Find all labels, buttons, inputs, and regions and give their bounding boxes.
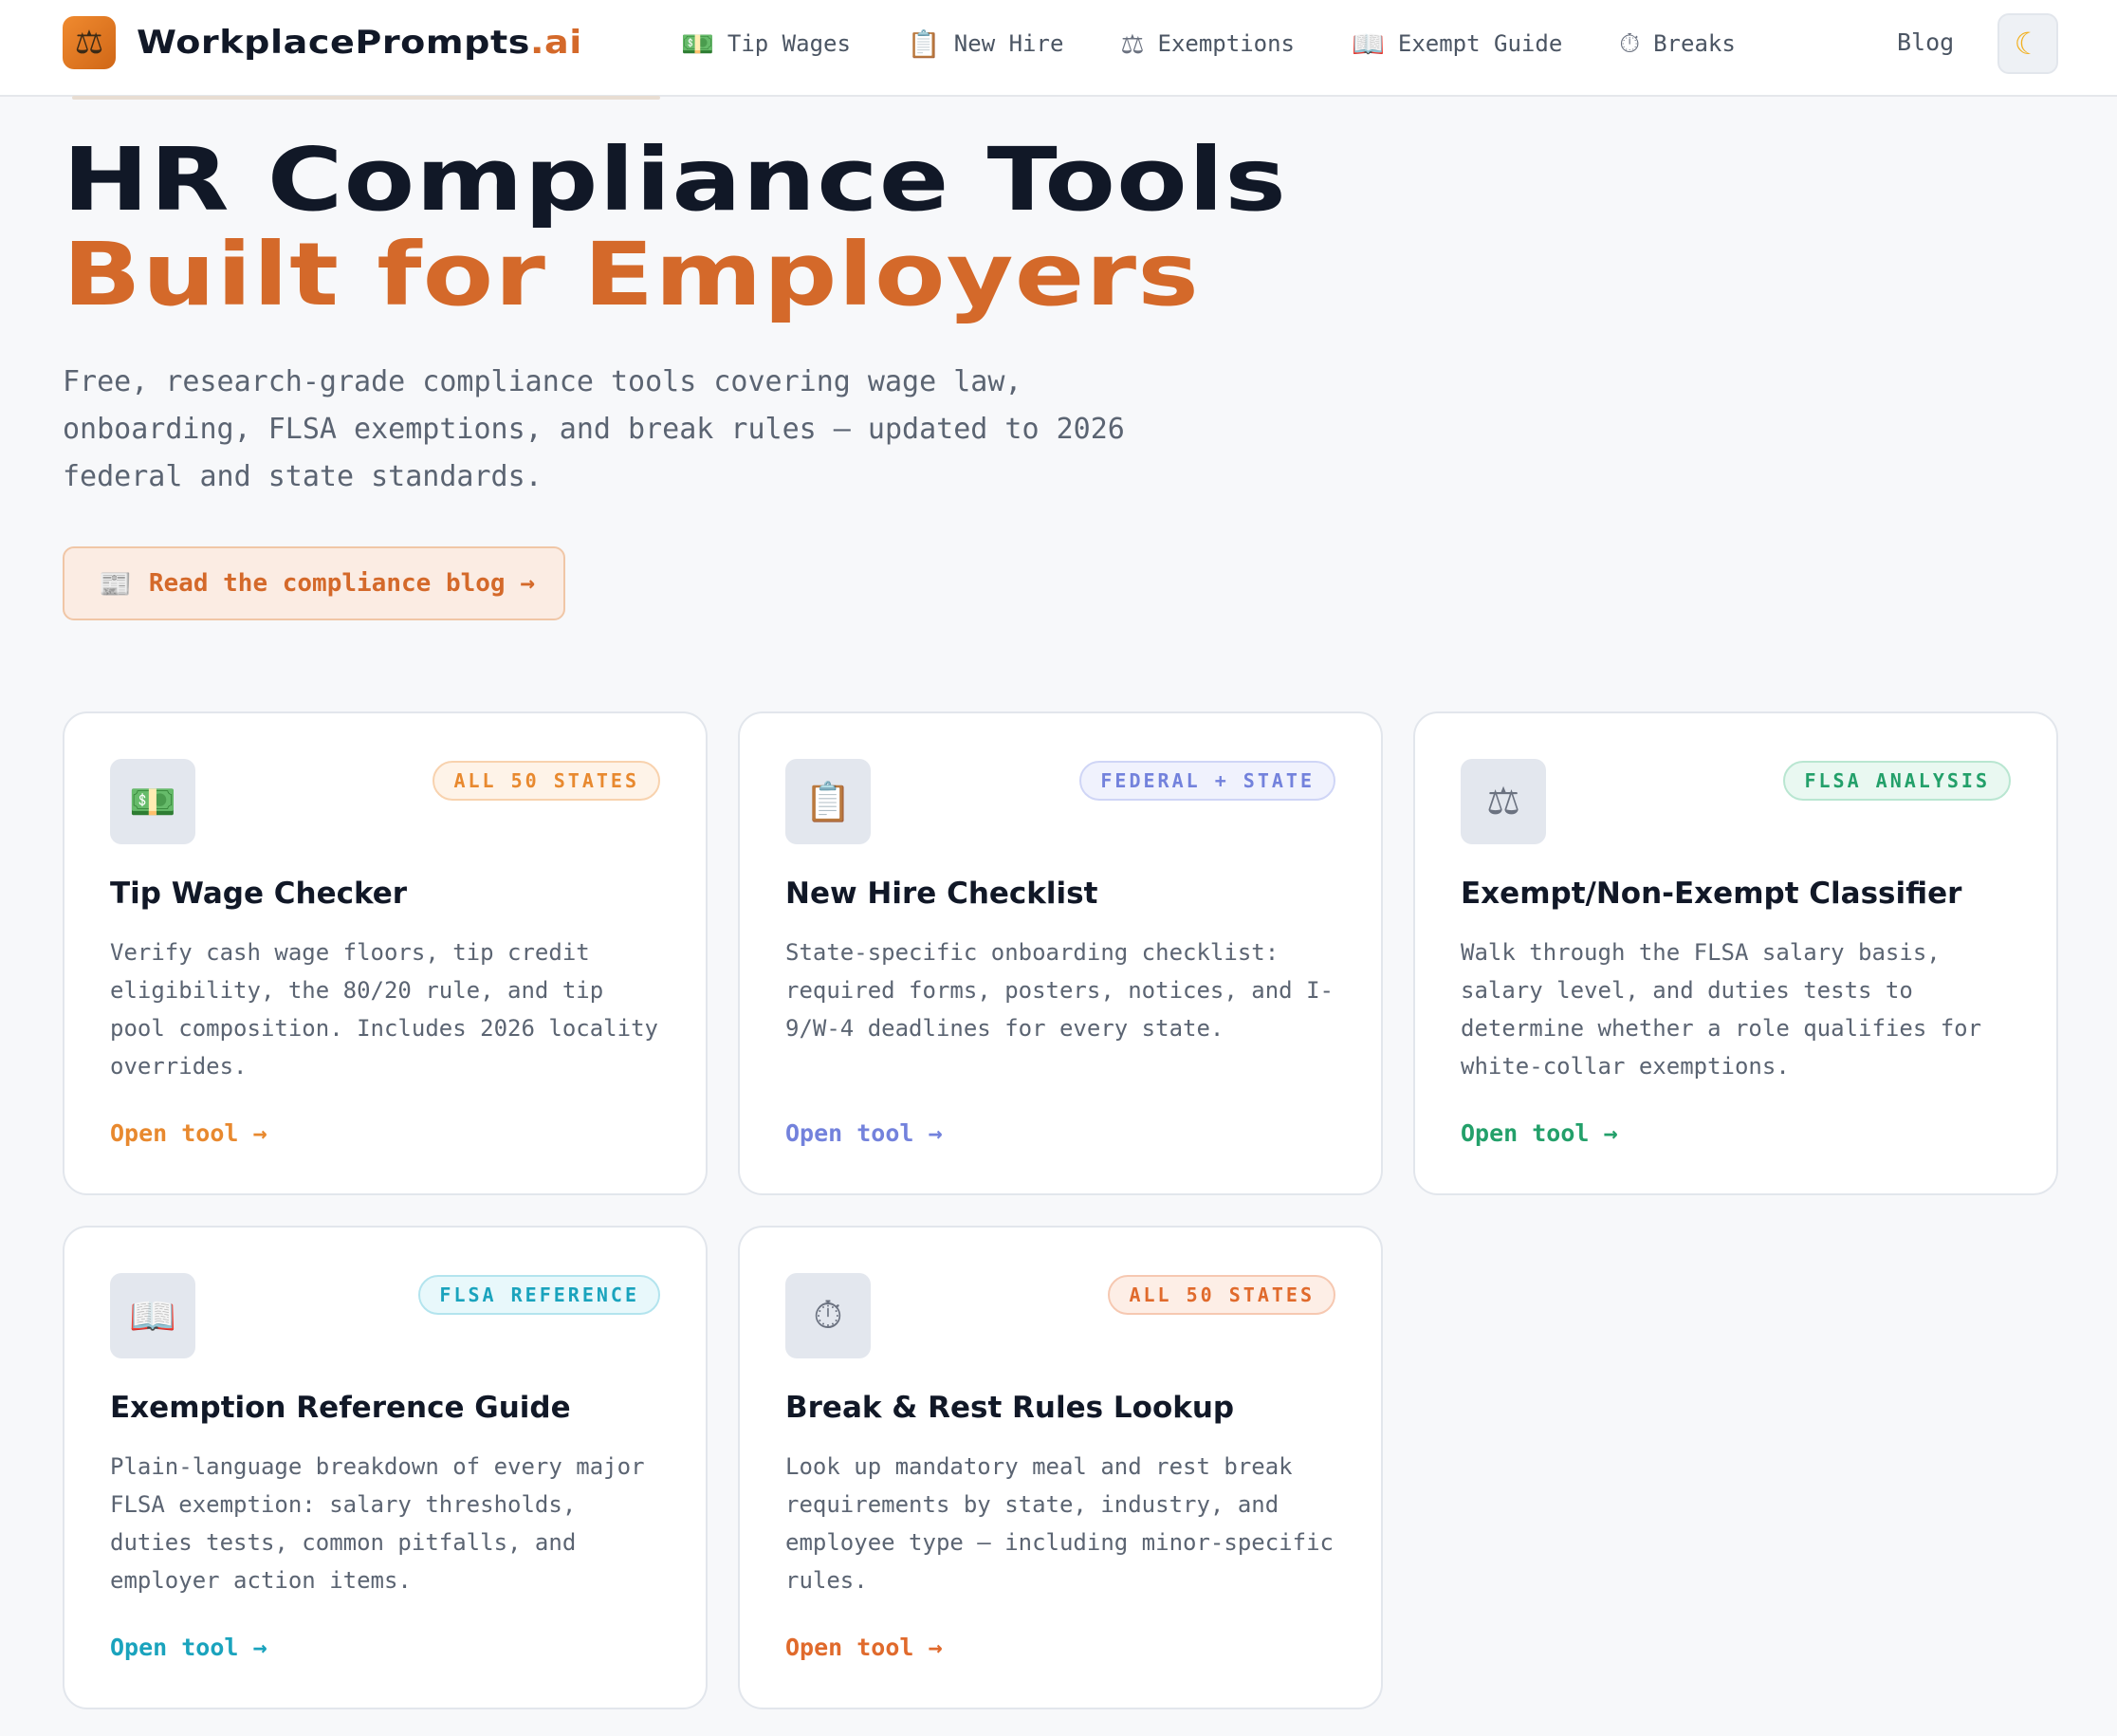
top-nav: ⚖ WorkplacePrompts.ai 💵 Tip Wages 📋 New … <box>0 0 2117 97</box>
theme-toggle-button[interactable]: ☾ <box>1997 13 2058 74</box>
open-tool-link[interactable]: Open tool → <box>110 1119 267 1147</box>
hero-description: Free, research-grade compliance tools co… <box>63 365 1125 493</box>
hero-title-line2: Built for Employers <box>63 224 1201 325</box>
card-title: Exemption Reference Guide <box>110 1391 571 1425</box>
card-title: Break & Rest Rules Lookup <box>785 1391 1235 1425</box>
open-tool-link[interactable]: Open tool → <box>1461 1119 1618 1147</box>
card-badge: ALL 50 STATES <box>1108 1275 1335 1315</box>
nav-link-label: Tip Wages <box>727 30 851 57</box>
newspaper-icon: 📰 <box>99 567 132 600</box>
scales-icon: ⚖ <box>63 16 116 69</box>
nav-link-label: Exemptions <box>1157 30 1296 57</box>
card-description: Verify cash wage floors, tip credit elig… <box>110 939 658 1080</box>
card-badge: ALL 50 STATES <box>433 761 660 801</box>
book-icon: 📖 <box>1352 28 1385 60</box>
card-title: Tip Wage Checker <box>110 877 408 911</box>
blog-cta-label: Read the compliance blog → <box>148 569 535 598</box>
nav-link-label: Breaks <box>1653 30 1736 57</box>
brand-name-tld: .ai <box>529 24 582 62</box>
tool-card-break-rest-rules[interactable]: ⏱ ALL 50 STATES Break & Rest Rules Looku… <box>738 1226 1383 1709</box>
card-description: Plain-language breakdown of every major … <box>110 1453 645 1594</box>
card-description: State-specific onboarding checklist: req… <box>785 939 1334 1042</box>
nav-link-label: Exempt Guide <box>1397 30 1563 57</box>
open-tool-link[interactable]: Open tool → <box>785 1634 943 1661</box>
tool-card-exempt-classifier[interactable]: ⚖ FLSA ANALYSIS Exempt/Non-Exempt Classi… <box>1413 711 2058 1195</box>
nav-scroll-indicator <box>72 96 660 100</box>
tool-card-tip-wage-checker[interactable]: 💵 ALL 50 STATES Tip Wage Checker Verify … <box>63 711 708 1195</box>
nav-link-breaks[interactable]: ⏱ Breaks <box>1619 23 1736 65</box>
hero-title-line1: HR Compliance Tools <box>63 129 1288 231</box>
nav-link-label: New Hire <box>953 30 1064 57</box>
nav-link-exemptions[interactable]: ⚖ Exemptions <box>1120 23 1295 65</box>
open-tool-link[interactable]: Open tool → <box>785 1119 943 1147</box>
nav-link-exempt-guide[interactable]: 📖 Exempt Guide <box>1352 23 1562 65</box>
stopwatch-icon: ⏱ <box>1619 28 1641 59</box>
card-title: New Hire Checklist <box>785 877 1098 911</box>
open-tool-link[interactable]: Open tool → <box>110 1634 267 1661</box>
stopwatch-icon: ⏱ <box>785 1273 871 1358</box>
brand[interactable]: ⚖ WorkplacePrompts.ai <box>63 16 581 69</box>
brand-name: WorkplacePrompts.ai <box>137 24 582 62</box>
clipboard-icon: 📋 <box>907 28 941 60</box>
hero-title: HR Compliance Tools Built for Employers <box>63 133 1287 323</box>
nav-link-blog[interactable]: Blog <box>1897 28 1954 56</box>
card-badge: FLSA REFERENCE <box>418 1275 660 1315</box>
tool-card-new-hire-checklist[interactable]: 📋 FEDERAL + STATE New Hire Checklist Sta… <box>738 711 1383 1195</box>
nav-link-new-hire[interactable]: 📋 New Hire <box>908 23 1063 65</box>
clipboard-icon: 📋 <box>785 759 871 844</box>
money-icon: 💵 <box>110 759 195 844</box>
card-badge: FLSA ANALYSIS <box>1783 761 2011 801</box>
tool-card-exemption-reference-guide[interactable]: 📖 FLSA REFERENCE Exemption Reference Gui… <box>63 1226 708 1709</box>
blog-cta-button[interactable]: 📰 Read the compliance blog → <box>63 546 565 620</box>
scales-icon: ⚖ <box>1120 28 1145 60</box>
card-description: Walk through the FLSA salary basis, sala… <box>1461 939 1982 1080</box>
nav-links: 💵 Tip Wages 📋 New Hire ⚖ Exemptions 📖 Ex… <box>681 23 1793 65</box>
book-icon: 📖 <box>110 1273 195 1358</box>
brand-name-main: WorkplacePrompts <box>137 24 530 62</box>
card-description: Look up mandatory meal and rest break re… <box>785 1453 1334 1594</box>
scales-icon: ⚖ <box>1461 759 1546 844</box>
card-badge: FEDERAL + STATE <box>1079 761 1335 801</box>
money-icon: 💵 <box>681 28 714 60</box>
card-title: Exempt/Non-Exempt Classifier <box>1461 877 1962 911</box>
moon-icon: ☾ <box>2014 26 2042 62</box>
nav-link-tip-wages[interactable]: 💵 Tip Wages <box>681 23 851 65</box>
